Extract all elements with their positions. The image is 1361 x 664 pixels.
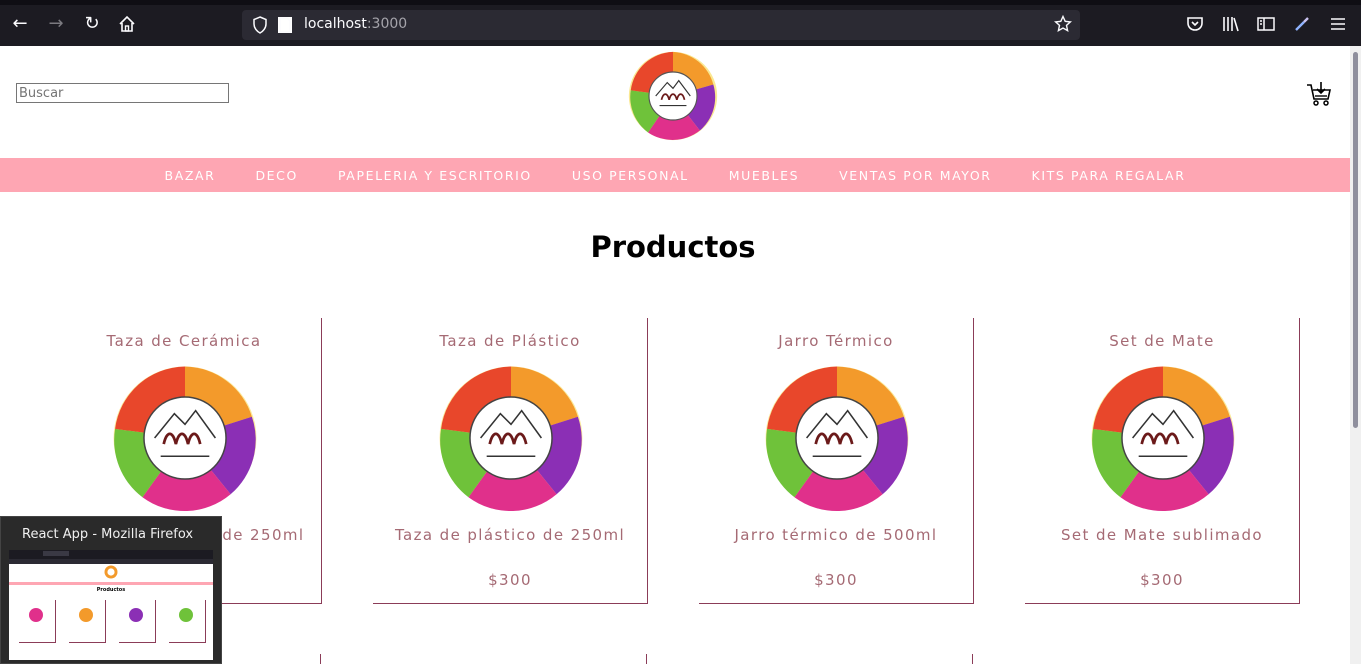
product-image[interactable] — [109, 362, 261, 514]
address-bar[interactable]: localhost:3000 — [242, 10, 1080, 40]
page-title: Productos — [590, 230, 756, 264]
nav-item-bazar[interactable]: BAZAR — [165, 168, 216, 183]
product-title: Set de Mate — [1109, 332, 1215, 350]
next-row-card-edge — [320, 654, 321, 664]
product-image[interactable] — [1087, 362, 1239, 514]
product-description: Taza de plástico de 250ml — [394, 526, 626, 544]
product-card[interactable]: Taza de Plástico Taza de plástico de 250… — [373, 318, 648, 604]
forward-arrow-icon[interactable]: → — [45, 13, 67, 35]
nav-item-muebles[interactable]: MUEBLES — [729, 168, 799, 183]
product-title: Taza de Plástico — [439, 332, 581, 350]
preview-thumbnail[interactable]: Productos — [9, 550, 213, 660]
nav-item-papeleria[interactable]: PAPELERIA Y ESCRITORIO — [338, 168, 532, 183]
bookmark-star-icon[interactable] — [1054, 15, 1072, 33]
taskbar-window-preview[interactable]: React App - Mozilla Firefox Productos — [0, 516, 222, 664]
search-input[interactable] — [16, 83, 229, 103]
product-description: Set de Mate sublimado — [1060, 526, 1263, 544]
product-price: $300 — [1140, 571, 1184, 589]
product-image[interactable] — [761, 362, 913, 514]
product-card[interactable]: Jarro Térmico Jarro térmico de 500ml $30… — [699, 318, 974, 604]
pocket-icon[interactable] — [1185, 14, 1205, 34]
browser-toolbar: ← → ↻ localhost:3000 — [0, 0, 1361, 46]
scrollbar-thumb[interactable] — [1353, 52, 1358, 428]
next-row-card-edge — [646, 654, 647, 664]
cart-download-icon[interactable] — [1306, 81, 1332, 107]
product-price: $300 — [488, 571, 532, 589]
tab-strip — [0, 0, 1361, 5]
product-card[interactable]: Set de Mate Set de Mate sublimado $300 — [1025, 318, 1300, 604]
shield-icon[interactable] — [252, 16, 268, 34]
nav-item-deco[interactable]: DECO — [255, 168, 298, 183]
preview-heading: Productos — [96, 587, 126, 593]
preview-window-title: React App - Mozilla Firefox — [22, 527, 194, 542]
category-navbar: BAZAR DECO PAPELERIA Y ESCRITORIO USO PE… — [0, 158, 1350, 192]
nav-item-kits-para-regalar[interactable]: KITS PARA REGALAR — [1032, 168, 1186, 183]
nav-item-ventas-por-mayor[interactable]: VENTAS POR MAYOR — [839, 168, 991, 183]
back-arrow-icon[interactable]: ← — [9, 13, 31, 35]
product-title: Jarro Térmico — [778, 332, 894, 350]
page-info-icon[interactable] — [278, 17, 292, 33]
home-icon[interactable] — [116, 13, 138, 35]
eyedropper-extension-icon[interactable] — [1292, 14, 1312, 34]
reload-icon[interactable]: ↻ — [81, 13, 103, 35]
library-icon[interactable] — [1221, 14, 1241, 34]
product-image[interactable] — [435, 362, 587, 514]
preview-logo — [104, 565, 118, 579]
page-scrollbar[interactable] — [1350, 46, 1361, 664]
brand-logo[interactable] — [624, 48, 722, 144]
hamburger-menu-icon[interactable] — [1328, 14, 1348, 34]
product-description: Jarro térmico de 500ml — [734, 526, 938, 544]
product-price: $300 — [814, 571, 858, 589]
sidebar-icon[interactable] — [1256, 14, 1276, 34]
nav-item-uso-personal[interactable]: USO PERSONAL — [572, 168, 689, 183]
url-text: localhost:3000 — [304, 16, 408, 32]
product-title: Taza de Cerámica — [106, 332, 262, 350]
next-row-card-edge — [972, 654, 973, 664]
